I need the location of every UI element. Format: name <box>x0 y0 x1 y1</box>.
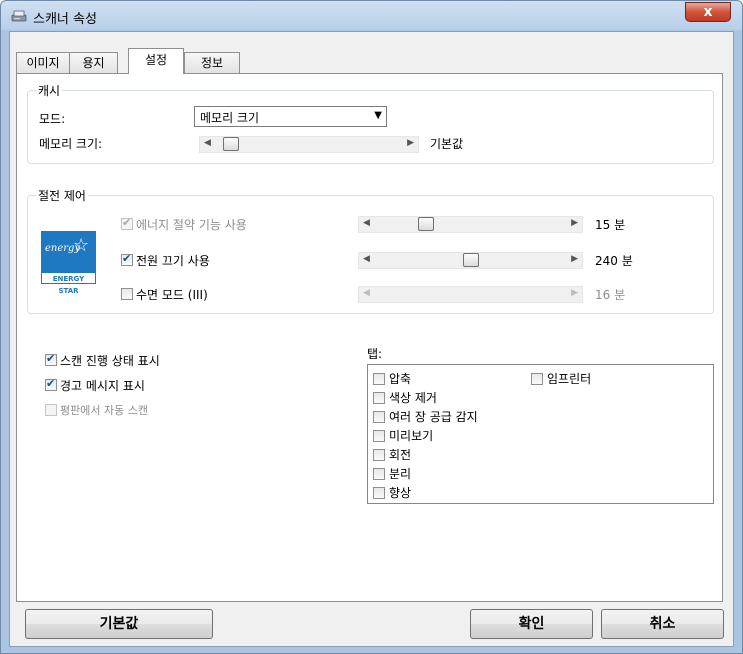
show-progress-label: 스캔 진행 상태 표시 <box>60 354 160 368</box>
scanner-icon <box>11 10 27 22</box>
slider-right-arrow-icon[interactable]: ▶ <box>571 254 578 264</box>
slider-right-arrow-icon[interactable]: ▶ <box>571 218 578 228</box>
window-title: 스캐너 속성 <box>33 12 97 27</box>
slider-left-arrow-icon[interactable]: ◀ <box>204 138 211 148</box>
scanner-properties-window: 스캐너 속성 x 이미지 용지 설정 정보 캐시 모드: 메모리 크기 ▼ 메모… <box>0 0 743 654</box>
enhance-checkbox[interactable] <box>373 487 385 499</box>
energy-saving-label: 에너지 절약 기능 사용 <box>136 218 247 232</box>
tab-label: 이미지 <box>26 56 60 70</box>
list-item: 향상 <box>389 486 412 500</box>
slider-thumb[interactable] <box>223 137 239 151</box>
tab-label: 정보 <box>200 56 224 70</box>
star-icon: ☆ <box>73 235 90 256</box>
energy-star-logo: energy ☆ ENERGY STAR <box>41 231 96 295</box>
imprinter-checkbox[interactable] <box>531 373 543 385</box>
tab-paper[interactable]: 용지 <box>69 52 118 73</box>
list-item: 압축 <box>389 372 412 386</box>
color-drop-checkbox[interactable] <box>373 392 385 404</box>
close-button[interactable]: x <box>685 2 731 22</box>
tab-image[interactable]: 이미지 <box>16 52 70 73</box>
default-button-label: 기본값 <box>99 616 139 632</box>
default-button[interactable]: 기본값 <box>25 609 213 639</box>
cache-group-title: 캐시 <box>36 82 63 99</box>
slider-thumb[interactable] <box>418 217 434 231</box>
show-warning-checkbox[interactable] <box>45 377 57 391</box>
ok-button-label: 확인 <box>518 616 545 632</box>
power-off-checkbox[interactable] <box>121 252 133 266</box>
memory-size-label: 메모리 크기: <box>39 137 103 151</box>
power-off-slider[interactable]: ◀ ▶ <box>358 252 583 269</box>
list-item: 분리 <box>389 467 412 481</box>
tab-list-box[interactable]: 압축 색상 제거 여러 장 공급 감지 미리보기 회전 분리 향상 임프린터 <box>367 364 714 504</box>
mode-select-value: 메모리 크기 <box>200 111 260 125</box>
title-bar: 스캐너 속성 x <box>1 1 742 31</box>
slider-left-arrow-icon: ◀ <box>363 288 370 298</box>
energy-saving-checkbox[interactable] <box>121 216 133 230</box>
tab-label: 용지 <box>82 56 105 70</box>
dialog-client: 이미지 용지 설정 정보 캐시 모드: 메모리 크기 ▼ 메모리 크기: ◀ ▶… <box>9 31 734 647</box>
tab-label: 설정 <box>144 53 168 67</box>
rotate-checkbox[interactable] <box>373 449 385 461</box>
memory-size-value: 기본값 <box>430 137 464 151</box>
mode-select[interactable]: 메모리 크기 ▼ <box>194 106 387 127</box>
tab-info[interactable]: 정보 <box>184 52 240 73</box>
cancel-button[interactable]: 취소 <box>601 609 724 639</box>
list-item: 임프린터 <box>547 372 592 386</box>
preview-checkbox[interactable] <box>373 430 385 442</box>
flatbed-auto-scan-label: 평판에서 자동 스캔 <box>60 404 148 417</box>
list-item: 여러 장 공급 감지 <box>389 410 478 424</box>
sleep-mode-slider: ◀ ▶ <box>358 286 583 303</box>
multifeed-detect-checkbox[interactable] <box>373 411 385 423</box>
settings-panel: 캐시 모드: 메모리 크기 ▼ 메모리 크기: ◀ ▶ 기본값 절전 제어 en… <box>16 73 723 602</box>
show-progress-checkbox[interactable] <box>45 352 57 366</box>
slider-left-arrow-icon[interactable]: ◀ <box>363 254 370 264</box>
energy-saving-value: 15 분 <box>595 218 626 232</box>
cancel-button-label: 취소 <box>649 616 676 632</box>
slider-right-arrow-icon: ▶ <box>571 288 578 298</box>
energy-star-band: ENERGY STAR <box>41 272 96 295</box>
separate-checkbox[interactable] <box>373 468 385 480</box>
sleep-mode-checkbox[interactable] <box>121 288 133 300</box>
list-item: 미리보기 <box>389 429 434 443</box>
compress-checkbox[interactable] <box>373 373 385 385</box>
tab-list-label: 탭: <box>367 347 383 361</box>
slider-left-arrow-icon[interactable]: ◀ <box>363 218 370 228</box>
power-group-title: 절전 제어 <box>36 187 88 204</box>
energy-saving-slider[interactable]: ◀ ▶ <box>358 216 583 233</box>
show-warning-label: 경고 메시지 표시 <box>60 379 145 393</box>
list-item: 회전 <box>389 448 412 462</box>
sleep-mode-value: 16 분 <box>595 288 626 302</box>
power-off-label: 전원 끄기 사용 <box>136 254 210 268</box>
chevron-down-icon: ▼ <box>374 110 382 121</box>
list-item: 색상 제거 <box>389 391 437 405</box>
close-icon: x <box>703 4 713 20</box>
sleep-mode-label: 수면 모드 (III) <box>136 288 208 302</box>
slider-right-arrow-icon[interactable]: ▶ <box>407 138 414 148</box>
slider-thumb[interactable] <box>463 253 479 267</box>
ok-button[interactable]: 확인 <box>470 609 593 639</box>
flatbed-auto-scan-checkbox[interactable] <box>45 404 57 416</box>
tab-settings[interactable]: 설정 <box>128 48 184 74</box>
mode-label: 모드: <box>39 112 66 126</box>
memory-size-slider[interactable]: ◀ ▶ <box>199 136 419 153</box>
power-off-value: 240 분 <box>595 254 633 268</box>
